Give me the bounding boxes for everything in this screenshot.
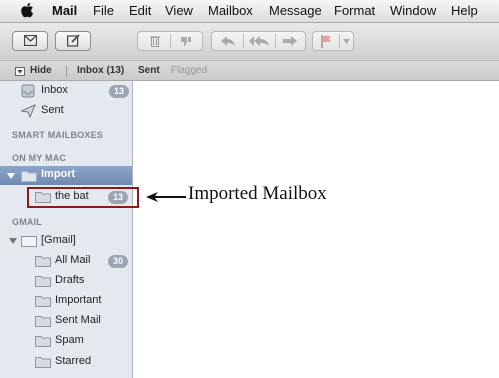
disclosure-triangle-icon[interactable] bbox=[9, 238, 17, 244]
reply-icon bbox=[221, 36, 235, 46]
imported-mailbox-annotation: Imported Mailbox bbox=[188, 183, 327, 204]
flag-button[interactable] bbox=[312, 31, 354, 51]
hide-button[interactable]: Hide bbox=[30, 65, 52, 76]
disclosure-triangle-icon[interactable] bbox=[7, 173, 15, 179]
menu-window[interactable]: Window bbox=[390, 3, 436, 18]
sidebar-item-important[interactable]: Important bbox=[0, 291, 132, 311]
favorites-divider bbox=[66, 66, 67, 77]
unread-count-badge: 30 bbox=[108, 255, 128, 268]
thumbs-down-icon bbox=[181, 37, 191, 46]
folder-icon bbox=[21, 236, 37, 247]
menu-file[interactable]: File bbox=[93, 3, 114, 18]
favorites-bar: Hide Inbox (13) Sent Flagged bbox=[0, 60, 499, 81]
toolbar bbox=[0, 23, 499, 60]
reply-all-icon bbox=[249, 36, 269, 46]
unread-count-badge: 13 bbox=[109, 85, 129, 98]
get-mail-button[interactable] bbox=[12, 31, 48, 51]
sidebar-item-label: Sent Mail bbox=[55, 314, 101, 326]
sidebar-item-spam[interactable]: Spam bbox=[0, 331, 132, 351]
inbox-tray-icon bbox=[21, 84, 35, 98]
favorite-sent[interactable]: Sent bbox=[138, 65, 160, 76]
folder-icon bbox=[35, 296, 51, 307]
sidebar-item-inbox[interactable]: Inbox 13 bbox=[0, 81, 132, 101]
sidebar-item-label: All Mail bbox=[55, 254, 91, 266]
trash-icon bbox=[150, 36, 160, 47]
sidebar-item-import[interactable]: Import bbox=[0, 166, 132, 185]
mailbox-sidebar: Inbox 13 Sent SMART MAILBOXES ON MY MAC … bbox=[0, 81, 133, 378]
sidebar-item-label: Important bbox=[55, 294, 102, 306]
menu-view[interactable]: View bbox=[165, 3, 193, 18]
folder-icon bbox=[35, 316, 51, 327]
apple-icon[interactable] bbox=[21, 2, 34, 18]
sidebar-item-drafts[interactable]: Drafts bbox=[0, 271, 132, 291]
chevron-down-icon bbox=[343, 39, 350, 44]
sidebar-item-label: Inbox bbox=[41, 84, 68, 96]
menu-help[interactable]: Help bbox=[451, 3, 478, 18]
menu-bar: Mail File Edit View Mailbox Message Form… bbox=[0, 0, 499, 23]
menu-mail[interactable]: Mail bbox=[52, 3, 77, 18]
sidebar-item-label: Import bbox=[41, 168, 76, 180]
arrow-left-icon bbox=[146, 192, 186, 202]
favorite-flagged[interactable]: Flagged bbox=[171, 65, 207, 76]
on-my-mac-header[interactable]: ON MY MAC bbox=[12, 153, 66, 163]
menu-mailbox[interactable]: Mailbox bbox=[208, 3, 253, 18]
folder-icon bbox=[35, 336, 51, 347]
sidebar-item-label: Drafts bbox=[55, 274, 85, 286]
sidebar-item-label: Spam bbox=[55, 334, 84, 346]
folder-icon bbox=[35, 357, 51, 368]
sidebar-item-all-mail[interactable]: All Mail 30 bbox=[0, 251, 132, 271]
sidebar-item-sent-mail[interactable]: Sent Mail bbox=[0, 311, 132, 331]
delete-junk-button-group[interactable] bbox=[137, 31, 203, 51]
gmail-header[interactable]: GMAIL bbox=[12, 217, 42, 227]
sidebar-item-label: Starred bbox=[55, 355, 92, 367]
compose-icon bbox=[67, 34, 80, 47]
new-message-button[interactable] bbox=[55, 31, 91, 51]
smart-mailboxes-header[interactable]: SMART MAILBOXES bbox=[12, 130, 103, 140]
envelope-icon bbox=[24, 35, 37, 46]
favorite-inbox[interactable]: Inbox (13) bbox=[77, 65, 124, 76]
sidebar-item-label: Sent bbox=[41, 104, 64, 116]
menu-edit[interactable]: Edit bbox=[129, 3, 151, 18]
menu-message[interactable]: Message bbox=[269, 3, 322, 18]
sidebar-item-starred[interactable]: Starred bbox=[0, 352, 132, 372]
folder-icon bbox=[35, 276, 51, 287]
forward-icon bbox=[283, 36, 297, 46]
flag-icon bbox=[321, 35, 331, 48]
highlight-box bbox=[27, 187, 139, 208]
sidebar-item-sent[interactable]: Sent bbox=[0, 101, 132, 121]
folder-icon bbox=[35, 256, 51, 267]
sidebar-item-label: [Gmail] bbox=[41, 234, 76, 246]
message-list-area[interactable] bbox=[134, 81, 499, 378]
sidebar-item-gmail[interactable]: [Gmail] bbox=[0, 231, 132, 251]
hide-toggle-icon bbox=[15, 67, 25, 76]
folder-icon bbox=[21, 171, 37, 182]
paper-plane-icon bbox=[21, 104, 36, 118]
menu-format[interactable]: Format bbox=[334, 3, 375, 18]
reply-forward-button-group[interactable] bbox=[211, 31, 306, 51]
